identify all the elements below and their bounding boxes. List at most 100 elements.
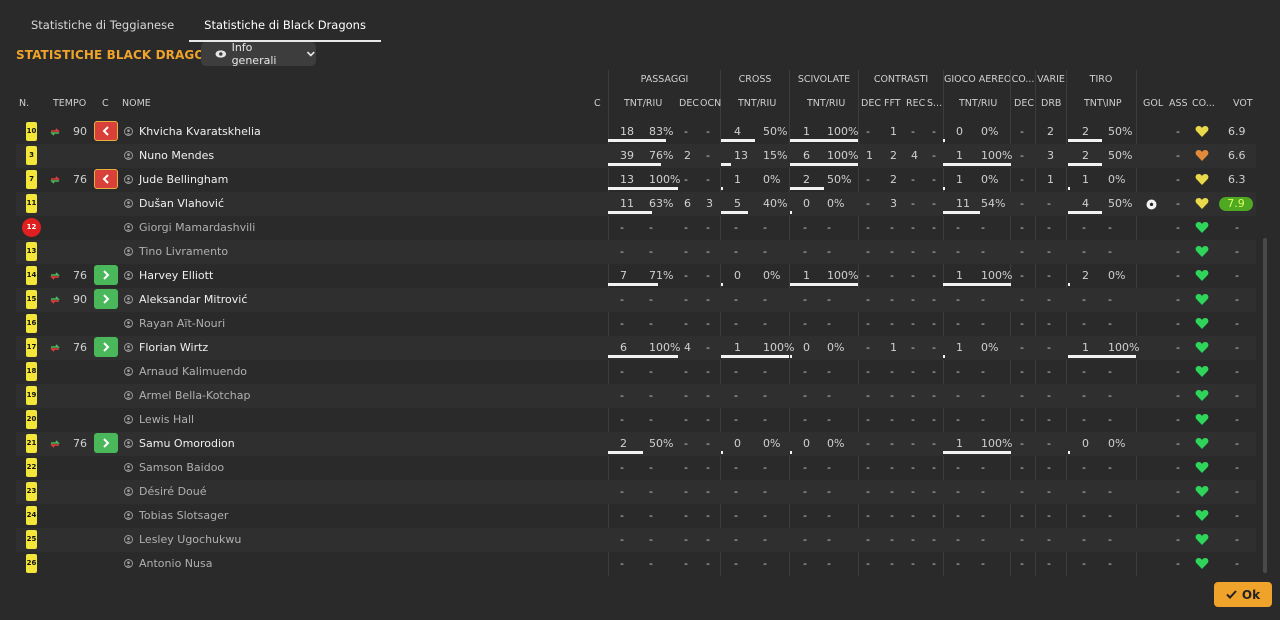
col-header-contrasti-fft[interactable]: FFT	[884, 98, 901, 109]
table-row[interactable]: 20 Lewis Hall - - - - - - - - - - - - - - - - - - - -	[16, 408, 1256, 432]
subbed-off-button[interactable]	[94, 121, 118, 141]
col-header-c2[interactable]: C	[594, 98, 601, 109]
table-row[interactable]: 18 Arnaud Kalimuendo - - - - - - - - - - - - - - - - - - - -	[16, 360, 1256, 384]
col-header-vot[interactable]: VOT	[1233, 98, 1253, 109]
player-name[interactable]: Antonio Nusa	[139, 552, 212, 576]
tiro-success-rate: 50%	[1108, 125, 1133, 138]
cross-success-rate: -	[763, 293, 767, 306]
player-name[interactable]: Jude Bellingham	[139, 168, 228, 192]
varie-drb: -	[1047, 437, 1051, 450]
vertical-scrollbar[interactable]	[1263, 238, 1267, 573]
subbed-on-button[interactable]	[94, 433, 118, 453]
col-header-contrasti-dec[interactable]: DEC	[861, 98, 881, 109]
col-header-passaggi-ocn[interactable]: OCN	[700, 98, 721, 109]
col-header-tiro-tnt[interactable]: TNT\INP	[1084, 98, 1122, 109]
assists: -	[1176, 197, 1180, 210]
player-name[interactable]: Dušan Vlahović	[139, 192, 224, 216]
col-header-passaggi-dec[interactable]: DEC	[679, 98, 699, 109]
cross-bar	[721, 283, 723, 286]
substitution-icon	[50, 176, 60, 184]
col-header-ass[interactable]: ASS	[1169, 98, 1188, 109]
player-name[interactable]: Harvey Elliott	[139, 264, 213, 288]
contrasti-value: -	[866, 173, 870, 186]
gioco-aereo-success-rate: 0%	[981, 125, 999, 138]
col-header-condition[interactable]: CO...	[1192, 98, 1215, 109]
col-header-contrasti-s[interactable]: S...	[927, 98, 942, 109]
player-name[interactable]: Désiré Doué	[139, 480, 207, 504]
assists: -	[1176, 173, 1180, 186]
player-name[interactable]: Aleksandar Mitrović	[139, 288, 247, 312]
gioco-aereo-attempts: 0	[956, 125, 963, 138]
cross-success-rate: -	[763, 389, 767, 402]
table-row[interactable]: 26 Antonio Nusa - - - - - - - - - - - - - - - - - - - -	[16, 552, 1256, 576]
contrasti-value: -	[932, 269, 936, 282]
player-name[interactable]: Khvicha Kvaratskhelia	[139, 120, 261, 144]
co-dec: -	[1020, 293, 1024, 306]
table-row[interactable]: 7 76 Jude Bellingham 13 100% - -1 0% 2 50% -2- -1 0%…	[16, 168, 1256, 192]
scivolate-success-rate: 0%	[827, 197, 845, 210]
person-icon	[124, 559, 133, 568]
scivolate-success-rate: -	[827, 245, 831, 258]
subbed-on-button[interactable]	[94, 337, 118, 357]
col-header-varie-drb[interactable]: DRB	[1041, 98, 1061, 109]
table-row[interactable]: 10 90 Khvicha Kvaratskhelia 18 83% - -4 50% 1 100…	[16, 120, 1256, 144]
col-header-contrasti-rec[interactable]: REC	[906, 98, 925, 109]
player-name[interactable]: Nuno Mendes	[139, 144, 214, 168]
player-name[interactable]: Tino Livramento	[139, 240, 228, 264]
tab-teggianese-stats[interactable]: Statistiche di Teggianese	[16, 10, 189, 42]
player-name[interactable]: Florian Wirtz	[139, 336, 208, 360]
subbed-on-button[interactable]	[94, 289, 118, 309]
player-name[interactable]: Tobias Slotsager	[139, 504, 228, 528]
col-header-gol[interactable]: GOL	[1143, 98, 1163, 109]
view-dropdown[interactable]: Info generali	[201, 41, 316, 67]
table-row[interactable]: 19 Armel Bella-Kotchap - - - - - - - - - - - - - - - - - - -…	[16, 384, 1256, 408]
table-row[interactable]: 11 Dušan Vlahović 11 63% 6 3 5 40% 0 0% -3- -11 54% -…	[16, 192, 1256, 216]
assists: -	[1176, 389, 1180, 402]
subbed-on-button[interactable]	[94, 265, 118, 285]
col-header-c[interactable]: C	[102, 98, 109, 109]
col-header-tempo[interactable]: TEMPO	[53, 98, 86, 109]
passaggi-success-rate: -	[649, 461, 653, 474]
player-name[interactable]: Arnaud Kalimuendo	[139, 360, 247, 384]
player-name[interactable]: Lewis Hall	[139, 408, 194, 432]
gioco-aereo-bar	[943, 451, 1011, 454]
table-row[interactable]: 25 Lesley Ugochukwu - - - - - - - - - - - - - - - - - - - -	[16, 528, 1256, 552]
table-row[interactable]: 24 Tobias Slotsager - - - - - - - - - - - - - - - - - - - -	[16, 504, 1256, 528]
col-header-number[interactable]: N.	[19, 98, 29, 109]
player-name[interactable]: Giorgi Mamardashvili	[139, 216, 255, 240]
shirt-number-badge: 24	[26, 506, 37, 525]
table-row[interactable]: 15 90 Aleksandar Mitrović - - - - - - - - - - - - - - - - -…	[16, 288, 1256, 312]
tiro-success-rate: 50%	[1108, 149, 1133, 162]
ok-button[interactable]: Ok	[1214, 582, 1272, 607]
table-row[interactable]: 14 76 Harvey Elliott 7 71% - -0 0% 1 100% - - - -1 100…	[16, 264, 1256, 288]
player-name[interactable]: Samu Omorodion	[139, 432, 235, 456]
table-row[interactable]: 16 Rayan Aït-Nouri - - - - - - - - - - - - - - - - - - - -	[16, 312, 1256, 336]
passaggi-dec: 4	[684, 341, 691, 354]
table-row[interactable]: 21 76 Samu Omorodion 2 50% - -0 0% 0 0% - - - -1 100% -…	[16, 432, 1256, 456]
table-row[interactable]: 17 76 Florian Wirtz 6 100% 4-1 100% 0 0% -1- -1 0% -…	[16, 336, 1256, 360]
cross-attempts: -	[734, 365, 738, 378]
tiro-attempts: 2	[1082, 269, 1089, 282]
player-name[interactable]: Samson Baidoo	[139, 456, 224, 480]
subbed-off-button[interactable]	[94, 169, 118, 189]
match-rating: -	[1235, 509, 1239, 522]
player-name[interactable]: Armel Bella-Kotchap	[139, 384, 250, 408]
col-header-gioco-aereo-tnt[interactable]: TNT/RIU	[959, 98, 997, 109]
col-header-passaggi-tnt[interactable]: TNT/RIU	[624, 98, 662, 109]
player-name[interactable]: Lesley Ugochukwu	[139, 528, 241, 552]
tiro-success-rate: -	[1108, 509, 1112, 522]
player-name[interactable]: Rayan Aït-Nouri	[139, 312, 225, 336]
col-header-cross-tnt[interactable]: TNT/RIU	[738, 98, 776, 109]
table-row[interactable]: 12 Giorgi Mamardashvili - - - - - - - - - - - - - - - - - -…	[16, 216, 1256, 240]
table-row[interactable]: 23 Désiré Doué - - - - - - - - - - - - - - - - - - - -	[16, 480, 1256, 504]
table-row[interactable]: 3 Nuno Mendes 39 76% 2-13 15% 6 100% 1 2 4-1 100% -3…	[16, 144, 1256, 168]
table-row[interactable]: 22 Samson Baidoo - - - - - - - - - - - - - - - - - - - -	[16, 456, 1256, 480]
scivolate-bar	[790, 163, 858, 166]
col-header-scivolate-tnt[interactable]: TNT/RIU	[807, 98, 845, 109]
tab-black-dragons-stats[interactable]: Statistiche di Black Dragons	[189, 10, 381, 42]
col-header-co-dec[interactable]: DEC	[1014, 98, 1034, 109]
assists: -	[1176, 221, 1180, 234]
co-dec: -	[1020, 413, 1024, 426]
col-header-nome[interactable]: NOME	[122, 98, 151, 109]
table-row[interactable]: 13 Tino Livramento - - - - - - - - - - - - - - - - - - - -	[16, 240, 1256, 264]
